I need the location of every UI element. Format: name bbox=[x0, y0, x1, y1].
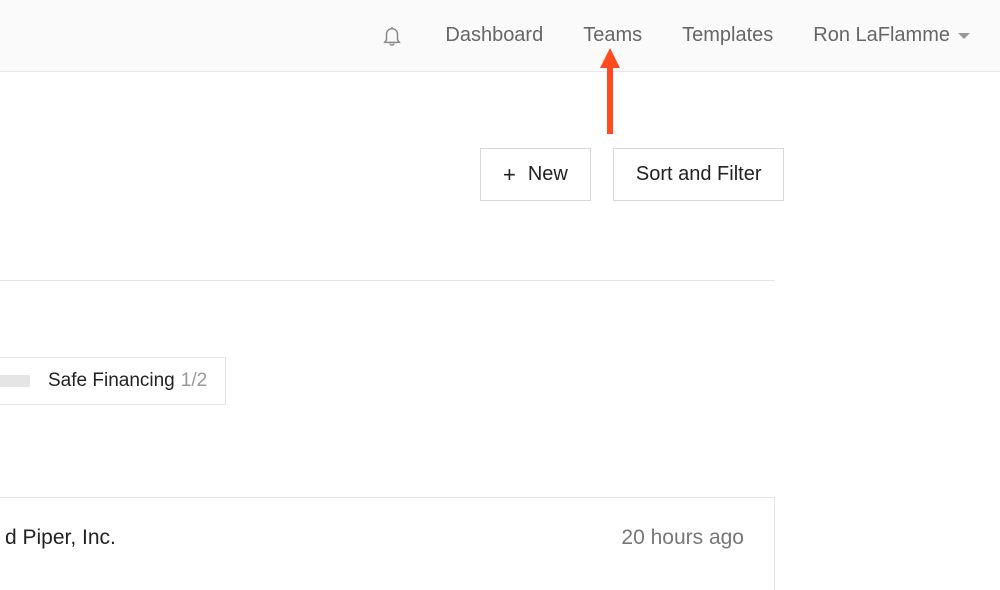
document-timestamp: 20 hours ago bbox=[621, 526, 744, 550]
section-divider bbox=[0, 280, 775, 281]
actions-toolbar: + New Sort and Filter bbox=[480, 148, 784, 201]
tag-label: Safe Financing bbox=[48, 370, 175, 392]
nav-templates[interactable]: Templates bbox=[682, 24, 773, 47]
progress-tag[interactable]: Safe Financing 1/2 bbox=[0, 357, 226, 405]
new-button[interactable]: + New bbox=[480, 148, 591, 201]
user-menu[interactable]: Ron LaFlamme bbox=[813, 24, 970, 47]
nav-dashboard[interactable]: Dashboard bbox=[445, 24, 543, 47]
document-title: d Piper, Inc. bbox=[5, 526, 116, 550]
bell-icon bbox=[381, 24, 403, 48]
notifications-bell[interactable] bbox=[381, 24, 403, 48]
nav-dashboard-label: Dashboard bbox=[445, 24, 543, 47]
chevron-down-icon bbox=[958, 33, 970, 39]
nav-teams-label: Teams bbox=[583, 24, 642, 47]
progress-bar-icon bbox=[0, 375, 30, 387]
user-name-label: Ron LaFlamme bbox=[813, 24, 950, 47]
top-nav-header: Dashboard Teams Templates Ron LaFlamme bbox=[0, 0, 1000, 72]
document-row[interactable]: d Piper, Inc. 20 hours ago bbox=[0, 497, 775, 590]
sort-filter-label: Sort and Filter bbox=[636, 163, 762, 186]
nav-templates-label: Templates bbox=[682, 24, 773, 47]
tag-count: 1/2 bbox=[181, 370, 207, 392]
plus-icon: + bbox=[503, 164, 516, 186]
new-button-label: New bbox=[528, 163, 568, 186]
nav-teams[interactable]: Teams bbox=[583, 24, 642, 47]
sort-filter-button[interactable]: Sort and Filter bbox=[613, 148, 785, 201]
